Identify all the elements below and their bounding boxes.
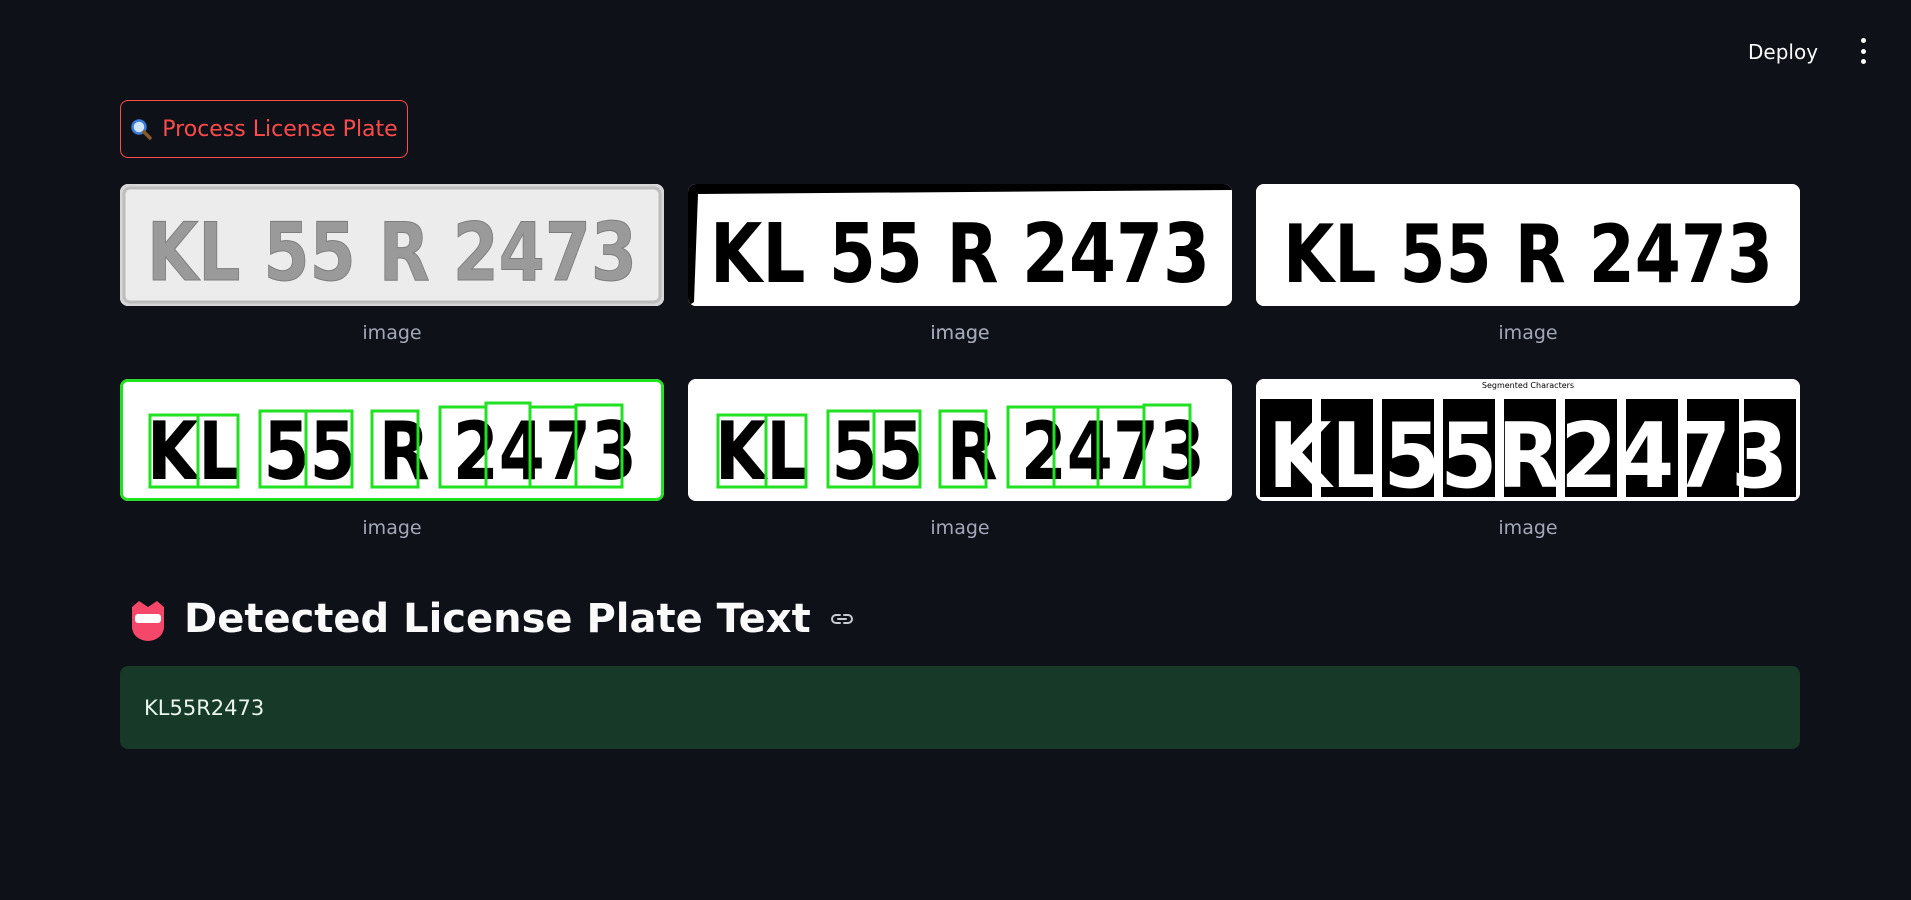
figure-subtitle: Segmented Characters xyxy=(1482,381,1574,390)
image-caption: image xyxy=(1498,517,1558,539)
image-caption: image xyxy=(1498,322,1558,344)
detected-text-heading: Detected License Plate Text xyxy=(126,596,855,642)
plate-text: KL 55 R 2473 xyxy=(147,206,637,299)
segmented-characters-figure: Segmented Characters KL55R2473 xyxy=(1256,379,1800,501)
image-caption: image xyxy=(362,517,422,539)
plate-image-threshold: KL 55 R 2473 xyxy=(688,184,1232,306)
plate-text: KL 55 R 2473 xyxy=(715,405,1205,498)
detected-text-value: KL55R2473 xyxy=(144,695,265,720)
link-icon[interactable] xyxy=(829,606,855,632)
plate-image-grayscale: KL 55 R 2473 xyxy=(120,184,664,306)
image-caption: image xyxy=(362,322,422,344)
magnifier-icon xyxy=(130,118,153,140)
plate-text: KL 55 R 2473 xyxy=(1283,208,1773,301)
process-license-plate-button[interactable]: Process License Plate xyxy=(120,100,408,158)
image-caption: image xyxy=(930,322,990,344)
plate-image-contours-clean: KL 55 R 2473 xyxy=(688,379,1232,501)
plate-image-cleaned: KL 55 R 2473 xyxy=(1256,184,1800,306)
app-header: Deploy xyxy=(0,0,1911,100)
image-caption: image xyxy=(930,517,990,539)
deploy-button[interactable]: Deploy xyxy=(1742,36,1824,68)
plate-image-contours: KL 55 R 2473 xyxy=(120,379,664,501)
plate-text: KL 55 R 2473 xyxy=(710,207,1210,302)
segmented-chars-text: KL55R2473 xyxy=(1268,404,1788,501)
plate-text: KL 55 R 2473 xyxy=(147,405,637,498)
detected-text-result: KL55R2473 xyxy=(120,666,1800,749)
process-button-label: Process License Plate xyxy=(162,116,398,142)
name-badge-icon xyxy=(126,597,170,641)
section-title-text: Detected License Plate Text xyxy=(184,596,811,642)
more-vertical-icon[interactable] xyxy=(1852,38,1874,64)
